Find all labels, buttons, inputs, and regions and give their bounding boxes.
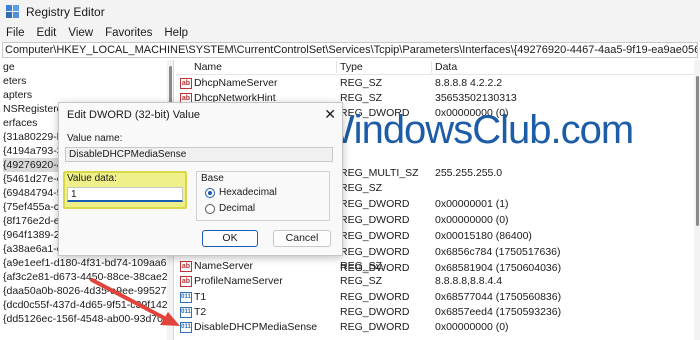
- address-bar[interactable]: Computer\HKEY_LOCAL_MACHINE\SYSTEM\Curre…: [2, 42, 698, 58]
- value-type: REG_DWORD: [340, 246, 410, 258]
- column-divider[interactable]: [431, 61, 432, 73]
- tree-item[interactable]: erfaces: [3, 116, 37, 130]
- dword-value-icon: 011: [180, 307, 192, 318]
- value-data: 0x6856c784 (1750517636): [435, 246, 561, 258]
- close-icon[interactable]: ✕: [324, 106, 336, 123]
- tree-item[interactable]: {a9e1eef1-d180-4f31-bd74-109aa60: [3, 256, 172, 270]
- hexadecimal-label: Hexadecimal: [219, 187, 277, 198]
- edit-dword-dialog: Edit DWORD (32-bit) Value ✕ Value name: …: [58, 102, 343, 256]
- ok-button[interactable]: OK: [202, 230, 258, 247]
- table-row[interactable]: 011 T1 REG_DWORD 0x68577044 (1750560836): [176, 290, 700, 305]
- cancel-button[interactable]: Cancel: [273, 230, 331, 247]
- menu-file[interactable]: File: [0, 27, 31, 39]
- value-data: 0x00000000 (0): [435, 321, 509, 333]
- menu-bar: File Edit View Favorites Help: [0, 24, 700, 42]
- value-type: REG_DWORD: [340, 214, 410, 226]
- tree-item[interactable]: {75ef455a-cd: [3, 200, 65, 214]
- tree-item[interactable]: {964f1389-2c: [3, 228, 65, 242]
- table-row[interactable]: 011 T2 REG_DWORD 0x6857eed4 (1750593236): [176, 305, 700, 320]
- value-data: 0x68577044 (1750560836): [435, 291, 562, 303]
- tree-item[interactable]: eters: [3, 74, 26, 88]
- value-data: 0x00000000 (0): [435, 214, 509, 226]
- dword-value-icon: 011: [180, 322, 192, 333]
- value-name: T1: [194, 291, 207, 303]
- value-data: 0x00015180 (86400): [435, 230, 532, 242]
- tree-item[interactable]: {8f176e2d-ef: [3, 214, 63, 228]
- table-row[interactable]: ab NameServer REG_SZ: [176, 259, 700, 274]
- tree-item[interactable]: {dd5126ec-156f-4548-ab00-93d70c8: [3, 312, 173, 326]
- tree-item[interactable]: ge: [3, 60, 15, 74]
- menu-view[interactable]: View: [62, 27, 99, 39]
- tree-item[interactable]: {af3c2e81-d673-4450-88ce-38cae21: [3, 270, 173, 284]
- title-bar: Registry Editor: [0, 0, 700, 24]
- value-name: DhcpNameServer: [194, 77, 278, 89]
- table-row[interactable]: 011 DisableDHCPMediaSense REG_DWORD 0x00…: [176, 320, 700, 335]
- hexadecimal-option[interactable]: Hexadecimal: [205, 187, 277, 198]
- value-name: NameServer: [194, 260, 253, 272]
- list-header: Name Type Data: [176, 60, 700, 75]
- value-data-input[interactable]: 1: [67, 187, 183, 202]
- string-value-icon: ab: [180, 261, 192, 272]
- decimal-option[interactable]: Decimal: [205, 203, 255, 214]
- menu-edit[interactable]: Edit: [31, 27, 63, 39]
- menu-favorites[interactable]: Favorites: [99, 27, 158, 39]
- value-name: DisableDHCPMediaSense: [194, 321, 318, 333]
- tree-item[interactable]: apters: [3, 88, 32, 102]
- column-divider[interactable]: [336, 61, 337, 73]
- column-type-header[interactable]: Type: [340, 60, 363, 74]
- value-name: ProfileNameServer: [194, 275, 283, 287]
- value-type: REG_SZ: [340, 77, 383, 89]
- value-type: REG_SZ: [340, 275, 383, 287]
- value-name: T2: [194, 306, 207, 318]
- menu-help[interactable]: Help: [158, 27, 194, 39]
- decimal-label: Decimal: [219, 203, 256, 214]
- value-type: REG_DWORD: [340, 198, 410, 210]
- list-scrollbar-thumb[interactable]: [696, 76, 699, 226]
- list-scrollbar[interactable]: [694, 60, 700, 340]
- value-type: REG_DWORD: [340, 306, 410, 318]
- value-name-label: Value name:: [67, 133, 123, 144]
- table-row[interactable]: ab DhcpNameServer REG_SZ 8.8.8.8 4.2.2.2: [176, 76, 700, 91]
- column-data-header[interactable]: Data: [435, 60, 457, 74]
- value-type: REG_MULTI_SZ: [340, 167, 419, 179]
- decimal-radio[interactable]: [205, 203, 215, 214]
- base-label: Base: [201, 173, 224, 184]
- value-data-label: Value data:: [67, 173, 117, 184]
- value-data: 8.8.8.8 4.2.2.2: [435, 77, 503, 89]
- tree-item[interactable]: {daa50a0b-8026-4d35-a9ee-9952764: [3, 284, 173, 298]
- hexadecimal-radio[interactable]: [205, 187, 215, 198]
- table-row[interactable]: ab ProfileNameServer REG_SZ 8.8.8.8,8.8.…: [176, 274, 700, 289]
- tree-item[interactable]: {dcd0c55f-437d-4d65-9f51-c39f1421: [3, 298, 173, 312]
- value-data: 8.8.8.8,8.8.4.4: [435, 275, 503, 287]
- value-name-field[interactable]: DisableDHCPMediaSense: [65, 147, 333, 162]
- value-type: REG_DWORD: [340, 321, 410, 333]
- value-type: REG_DWORD: [340, 230, 410, 242]
- string-value-icon: ab: [180, 276, 192, 287]
- value-type: REG_SZ: [340, 182, 383, 194]
- value-data: 255.255.255.0: [435, 167, 503, 179]
- value-data: 0x6857eed4 (1750593236): [435, 306, 562, 318]
- string-value-icon: ab: [180, 78, 192, 89]
- value-type: REG_DWORD: [340, 291, 410, 303]
- column-name-header[interactable]: Name: [194, 60, 222, 74]
- registry-editor-icon: [6, 5, 20, 19]
- window-title: Registry Editor: [26, 5, 105, 19]
- value-type: REG_SZ: [340, 260, 383, 272]
- dialog-title: Edit DWORD (32-bit) Value: [67, 109, 201, 121]
- value-data: 0x00000001 (1): [435, 198, 509, 210]
- dword-value-icon: 011: [180, 292, 192, 303]
